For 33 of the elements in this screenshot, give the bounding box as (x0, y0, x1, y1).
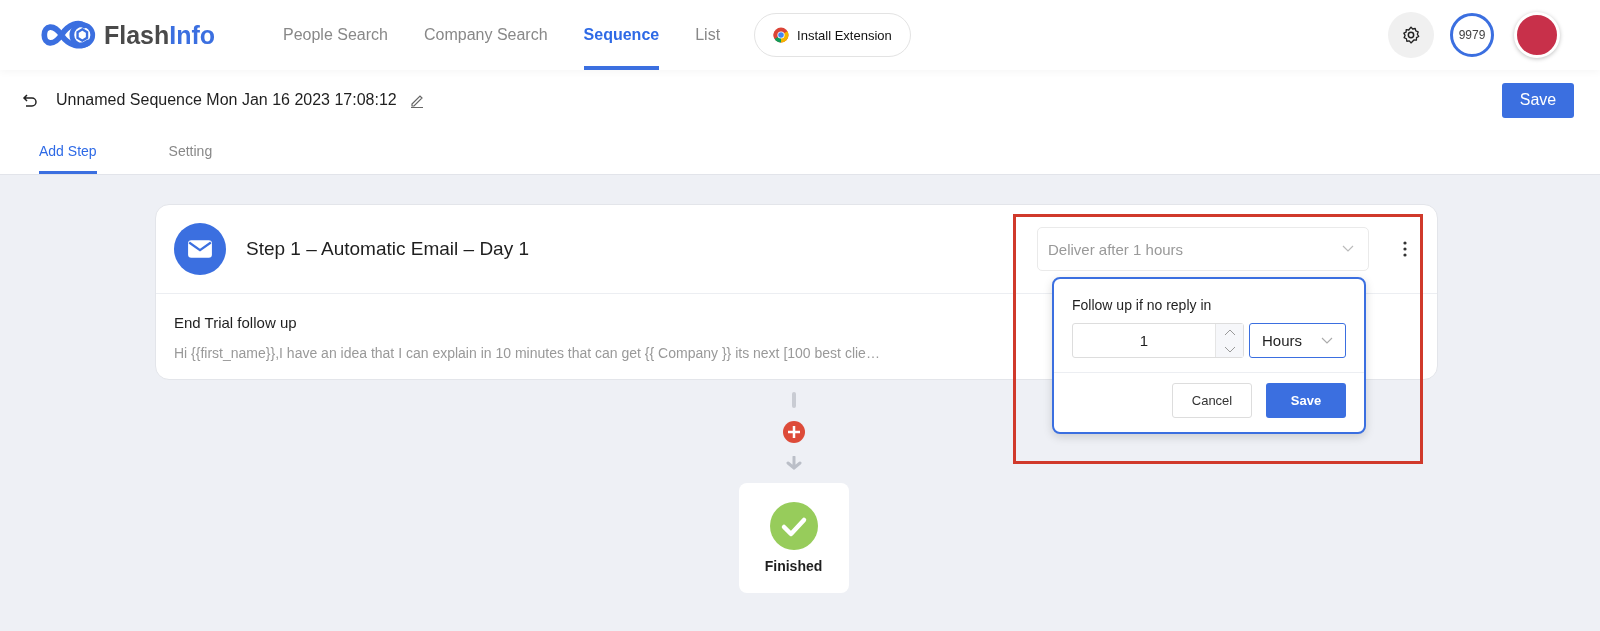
credits-counter: 9979 (1450, 13, 1494, 57)
user-avatar[interactable] (1514, 12, 1560, 58)
chevron-down-icon (1321, 336, 1333, 345)
settings-button[interactable] (1388, 12, 1434, 58)
browser-icon (773, 27, 790, 43)
step-title: Step 1 – Automatic Email – Day 1 (246, 238, 530, 260)
finished-label: Finished (764, 558, 823, 574)
down-arrow-icon (785, 456, 802, 470)
delivery-select[interactable]: Deliver after 1 hours (1037, 227, 1369, 271)
save-button[interactable]: Save (1502, 82, 1574, 118)
save-button[interactable]: Save (1266, 383, 1346, 418)
number-input[interactable]: 1 (1072, 323, 1244, 358)
install-extension-button[interactable]: Install Extension (754, 13, 911, 57)
more-options-icon[interactable] (1403, 241, 1407, 257)
add-step-icon[interactable] (782, 421, 805, 443)
follow-up-label: Follow up if no reply in (1072, 297, 1213, 313)
unit-select[interactable]: Hours (1249, 323, 1346, 358)
logo-text: FlashInfo (104, 20, 216, 50)
tab[interactable]: Add Step (39, 130, 97, 174)
connector-line (791, 392, 796, 408)
nav-link[interactable]: People Search (283, 0, 388, 70)
email-subject: End Trial follow up (174, 314, 297, 331)
cancel-button[interactable]: Cancel (1172, 383, 1252, 418)
chevron-down-icon (1342, 245, 1354, 253)
nav-link[interactable]: List (695, 0, 721, 70)
email-preview: Hi {{first_name}},I have an idea that I can explain in 10 minutes that can get {{ Company }} its next [100 best clie… (174, 345, 880, 361)
check-circle-icon (769, 502, 818, 550)
tab[interactable]: Setting (168, 130, 213, 174)
sequence-title: Unnamed Sequence Mon Jan 16 2023 17:08:12 (56, 91, 397, 109)
settings-icon (1401, 25, 1421, 45)
nav-link[interactable]: Company Search (423, 0, 548, 70)
back-icon[interactable] (22, 92, 38, 108)
email-icon (174, 223, 226, 275)
